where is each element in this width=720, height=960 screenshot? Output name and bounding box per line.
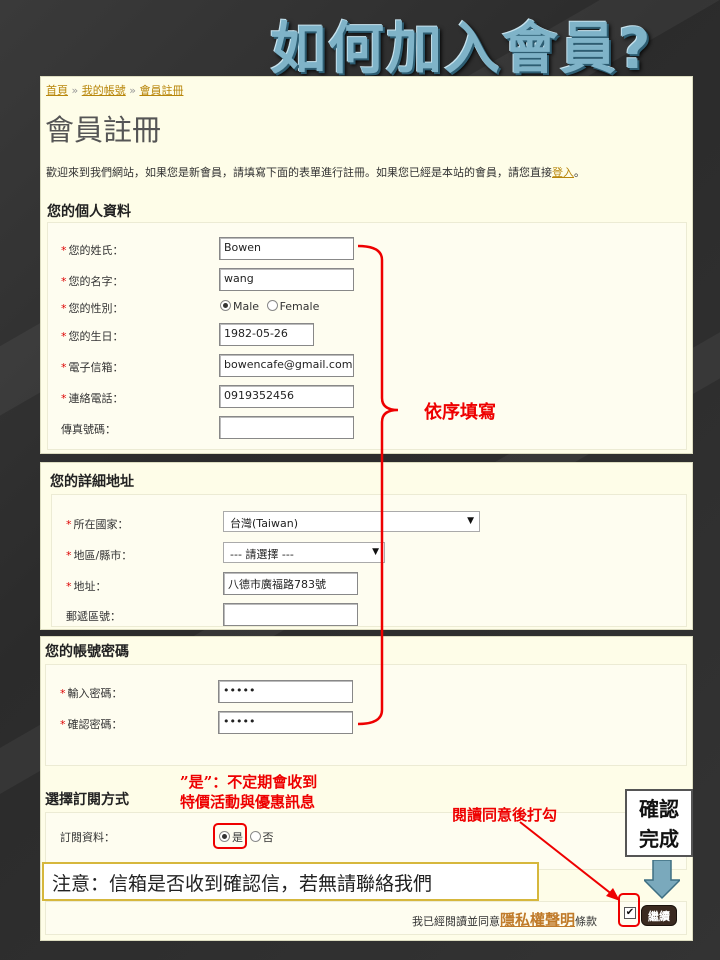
street-label: * 地址： (66, 580, 107, 593)
privacy-link[interactable]: 隱私權聲明 (500, 911, 575, 929)
address-form-area: * 所在國家： 台灣(Taiwan) ▼ * 地區/縣市： --- 請選擇 --- ▼ … (51, 494, 687, 627)
breadcrumb-separator: » (71, 84, 79, 97)
gender-radio-group: Male Female (220, 300, 319, 313)
breadcrumb-register-link[interactable]: 會員註冊 (139, 84, 183, 97)
newsletter-label: 訂閱資料： (60, 831, 115, 844)
required-mark: * (66, 580, 72, 593)
country-select[interactable]: 台灣(Taiwan) ▼ (223, 511, 480, 532)
chevron-down-icon: ▼ (467, 516, 474, 526)
down-arrow-icon (644, 860, 680, 900)
birthday-input[interactable]: 1982-05-26 (219, 323, 314, 346)
region-select[interactable]: --- 請選擇 --- ▼ (223, 542, 385, 563)
fill-order-annotation: 依序填寫 (424, 402, 496, 423)
newsletter-section-title: 選擇訂閱方式 (45, 792, 129, 808)
page-title: 會員註冊 (45, 113, 162, 147)
gender-label: * 您的性別： (61, 302, 124, 315)
required-mark: * (60, 718, 66, 731)
slide-title: 如何加入會員? (270, 17, 653, 82)
last-name-label: * 您的姓氏： (61, 244, 124, 257)
phone-label: * 連絡電話： (61, 392, 124, 405)
intro-text: 歡迎來到我們網站，如果您是新會員，請填寫下面的表單進行註冊。如果您已經是本站的會… (46, 164, 585, 180)
password-input[interactable]: ••••• (218, 680, 353, 703)
zip-label: 郵遞區號： (66, 610, 121, 623)
chevron-down-icon: ▼ (372, 547, 379, 557)
checkbox-highlight (618, 893, 640, 927)
first-name-input[interactable]: wang (219, 268, 354, 291)
email-notice-box: 注意：信箱是否收到確認信，若無請聯絡我們 (42, 862, 539, 901)
newsletter-yes-highlight (213, 823, 247, 849)
password-section-title: 您的帳號密碼 (45, 644, 129, 660)
address-panel: 您的詳細地址 * 所在國家： 台灣(Taiwan) ▼ * 地區/縣市： --- 請選… (40, 462, 693, 630)
newsletter-no-label: 否 (262, 831, 274, 844)
required-mark: * (61, 330, 67, 343)
personal-section-title: 您的個人資料 (47, 204, 131, 220)
fax-input[interactable] (219, 416, 354, 439)
login-link[interactable]: 登入 (552, 166, 574, 179)
newsletter-no-radio[interactable] (249, 831, 261, 842)
personal-form-area: * 您的姓氏： Bowen * 您的名字： wang * 您的性別： Male Fem… (47, 222, 687, 450)
gender-female-label: Female (279, 300, 320, 313)
first-name-label: * 您的名字： (61, 275, 124, 288)
region-label: * 地區/縣市： (66, 549, 133, 562)
breadcrumb-separator: » (129, 84, 136, 97)
email-label: * 電子信箱： (61, 361, 124, 374)
email-input[interactable]: bowencafe@gmail.com (219, 354, 354, 377)
gender-female-radio[interactable] (266, 300, 278, 311)
required-mark: * (61, 275, 67, 288)
address-section-title: 您的詳細地址 (50, 474, 134, 490)
required-mark: * (61, 244, 67, 257)
breadcrumb: 首頁 » 我的帳號 » 會員註冊 (46, 82, 183, 98)
password-label: * 輸入密碼： (60, 687, 123, 700)
birthday-label: * 您的生日： (61, 330, 124, 343)
agreement-text: 我已經閱讀並同意隱私權聲明條款 (412, 911, 598, 929)
read-check-annotation: 閱讀同意後打勾 (452, 806, 558, 824)
required-mark: * (66, 518, 72, 531)
fax-label: 傳真號碼： (61, 423, 116, 436)
breadcrumb-home-link[interactable]: 首頁 (46, 84, 68, 97)
required-mark: * (60, 687, 66, 700)
gender-male-label: Male (233, 300, 260, 313)
breadcrumb-account-link[interactable]: 我的帳號 (82, 84, 126, 97)
intro-prefix: 歡迎來到我們網站，如果您是新會員，請填寫下面的表單進行註冊。如果您已經是本站的會… (46, 166, 552, 179)
password-form-area: * 輸入密碼： ••••• * 確認密碼： ••••• (45, 664, 687, 766)
street-input[interactable]: 八德市廣福路783號 (223, 572, 358, 595)
required-mark: * (66, 549, 72, 562)
required-mark: * (61, 302, 67, 315)
newsletter-yes-annotation: ”是”：不定期會收到 特價活動與優惠訊息 (180, 773, 318, 811)
required-mark: * (61, 392, 67, 405)
gender-male-radio[interactable] (220, 300, 231, 311)
last-name-input[interactable]: Bowen (219, 237, 354, 260)
personal-info-panel: 首頁 » 我的帳號 » 會員註冊 會員註冊 歡迎來到我們網站，如果您是新會員，請… (40, 76, 693, 454)
required-mark: * (61, 361, 67, 374)
phone-input[interactable]: 0919352456 (219, 385, 354, 408)
confirm-password-label: * 確認密碼： (60, 718, 123, 731)
intro-suffix: 。 (574, 166, 585, 179)
confirm-password-input[interactable]: ••••• (218, 711, 353, 734)
continue-button[interactable]: 繼續 (641, 905, 677, 926)
zip-input[interactable] (223, 603, 358, 626)
country-label: * 所在國家： (66, 518, 129, 531)
confirm-done-box: 確認 完成 (625, 789, 693, 857)
